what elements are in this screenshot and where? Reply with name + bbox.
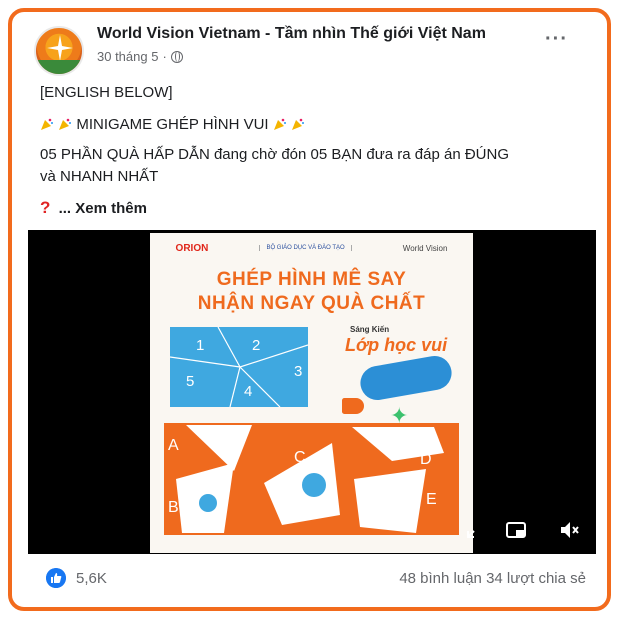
poster-logo-bar: ORION BỘ GIÁO DỤC VÀ ĐÀO TẠO World Visio… — [150, 237, 473, 259]
mute-icon[interactable] — [558, 519, 580, 541]
minimize-icon[interactable] — [505, 519, 527, 541]
piece-letter-d: D — [420, 451, 432, 468]
world-vision-logo: World Vision — [402, 243, 448, 253]
text-minigame-line: MINIGAME GHÉP HÌNH VUI — [40, 116, 305, 133]
piece-letter-e: E — [426, 491, 437, 508]
sang-kien-label: Sáng Kiến — [350, 325, 390, 334]
text-english-below: [ENGLISH BELOW] — [40, 84, 173, 101]
text-prize-line-1: 05 PHẦN QUÀ HẤP DẪN đang chờ đón 05 BẠN … — [40, 146, 509, 163]
page-name-link[interactable]: World Vision Vietnam - Tầm nhìn Thế giới… — [97, 25, 486, 43]
blue-puzzle-board: 1 2 3 4 5 — [170, 327, 308, 407]
post-meta: 30 tháng 5 · — [97, 49, 183, 64]
lop-hoc-vui-title: Lớp học vui — [345, 335, 448, 355]
star-logo-icon — [47, 35, 73, 61]
page-avatar[interactable] — [34, 26, 84, 76]
puzzle-number-2: 2 — [252, 337, 261, 354]
video-poster[interactable]: ORION BỘ GIÁO DỤC VÀ ĐÀO TẠO World Visio… — [150, 233, 473, 553]
puzzle-cut-lines — [170, 327, 308, 407]
party-popper-icon — [59, 118, 72, 130]
megaphone-icon — [342, 398, 364, 414]
expand-icon[interactable] — [464, 519, 486, 541]
like-reaction-icon[interactable] — [46, 568, 66, 588]
piece-letter-b: B — [168, 499, 179, 516]
moe-logo: BỘ GIÁO DỤC VÀ ĐÀO TẠO — [259, 245, 352, 251]
more-options-button[interactable]: ··· — [545, 28, 568, 51]
red-question-mark-icon: ? — [40, 198, 51, 217]
like-count[interactable]: 5,6K — [76, 570, 107, 587]
shares-count[interactable]: 34 lượt chia sẻ — [486, 570, 586, 587]
puzzle-number-5: 5 — [186, 373, 195, 390]
speech-bubble — [357, 353, 455, 403]
post-date[interactable]: 30 tháng 5 — [97, 49, 158, 64]
party-popper-icon — [291, 118, 304, 130]
poster-headline-2: NHẬN NGAY QUÀ CHẤT — [197, 293, 426, 314]
globe-icon — [170, 50, 183, 63]
see-more-link[interactable]: ... Xem thêm — [59, 200, 147, 217]
party-popper-icon — [273, 118, 286, 130]
orion-logo: ORION — [175, 242, 209, 254]
avatar-band — [36, 60, 82, 74]
piece-letter-a: A — [168, 437, 179, 454]
engagement-stats: 48 bình luận 34 lượt chia sẻ — [399, 570, 586, 587]
poster-headline-1: GHÉP HÌNH MÊ SAY — [216, 269, 407, 290]
puzzle-number-3: 3 — [294, 363, 303, 380]
piece-letter-c: C — [294, 449, 306, 466]
puzzle-pieces — [176, 425, 444, 533]
party-popper-icon — [41, 118, 53, 130]
puzzle-number-1: 1 — [196, 337, 205, 354]
minigame-title: MINIGAME GHÉP HÌNH VUI — [76, 116, 269, 133]
comments-count[interactable]: 48 bình luận — [399, 570, 482, 587]
post-footer: 5,6K 48 bình luận 34 lượt chia sẻ — [46, 567, 586, 591]
puzzle-number-4: 4 — [244, 383, 253, 400]
puzzle-pieces-panel: A B C D E — [164, 423, 459, 535]
see-more-row: ? ... Xem thêm — [40, 198, 147, 218]
meta-separator: · — [162, 49, 167, 64]
text-prize-line-2: và NHANH NHẤT — [40, 168, 159, 185]
